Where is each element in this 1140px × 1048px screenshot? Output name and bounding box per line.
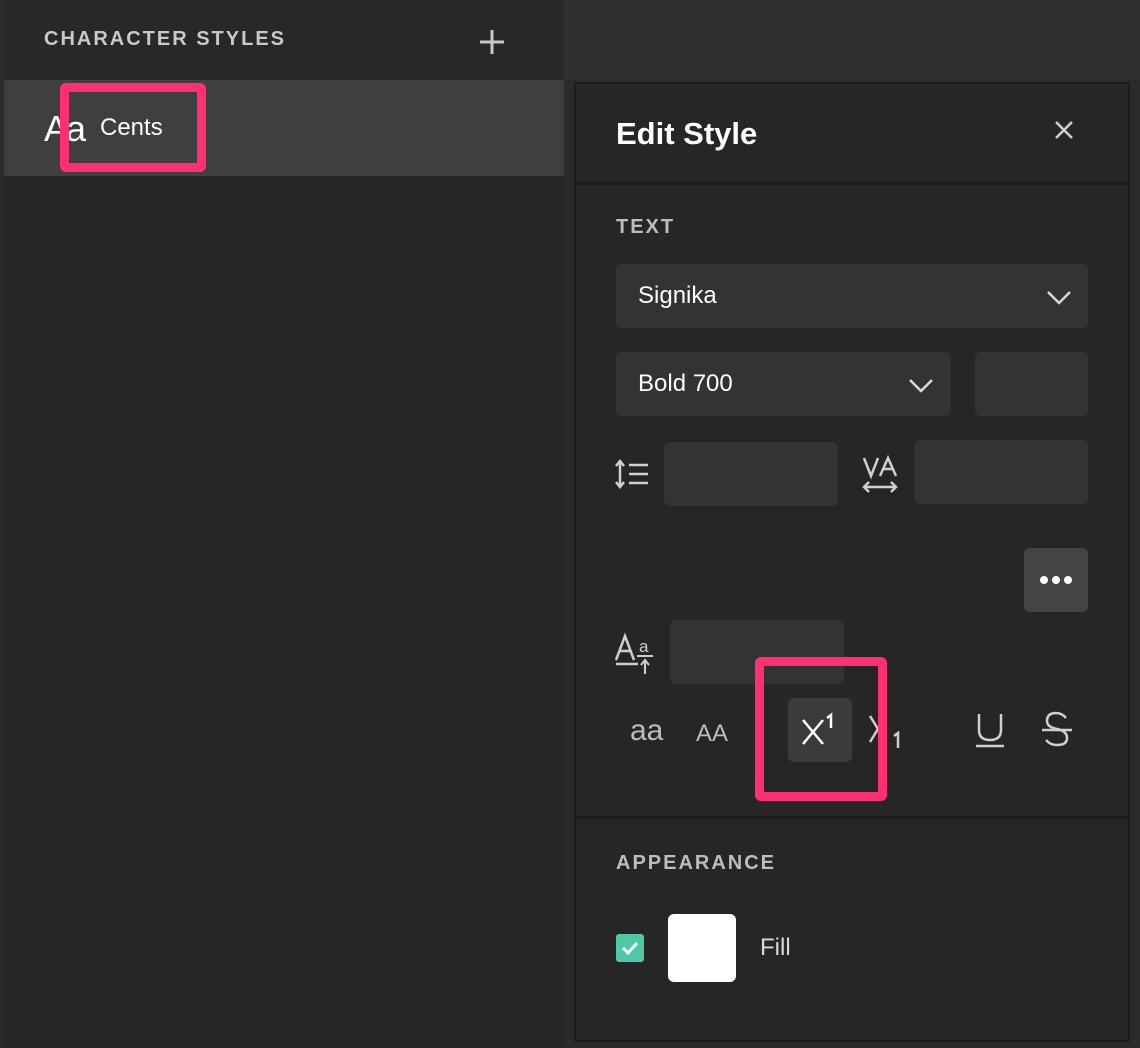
edit-style-title: Edit Style — [616, 116, 758, 151]
subscript-icon — [868, 715, 900, 748]
fill-color-swatch[interactable] — [668, 914, 736, 982]
panel-header: CHARACTER STYLES — [4, 0, 564, 80]
panel-title: CHARACTER STYLES — [44, 28, 287, 50]
line-height-field[interactable] — [664, 442, 838, 506]
edit-style-panel: Edit Style TEXT Signika Bold 700 a aa AA… — [574, 82, 1130, 1042]
strikethrough-icon — [1042, 711, 1072, 747]
font-family-select[interactable]: Signika — [616, 264, 1088, 328]
style-item-label: Cents — [100, 114, 163, 141]
plus-icon — [480, 30, 504, 54]
toolbar-area — [564, 0, 1140, 80]
fill-checkbox[interactable] — [616, 934, 644, 962]
character-styles-panel: CHARACTER STYLES Aa Cents — [4, 0, 564, 1048]
check-icon — [621, 941, 639, 956]
underline-button[interactable] — [974, 710, 1006, 750]
superscript-icon — [802, 712, 833, 745]
close-icon — [1055, 121, 1073, 139]
fill-label: Fill — [760, 934, 791, 961]
letter-spacing-icon — [860, 454, 900, 496]
font-size-field[interactable] — [975, 352, 1088, 416]
chevron-down-icon — [909, 379, 933, 393]
font-weight-value: Bold 700 — [638, 370, 733, 397]
baseline-shift-field[interactable] — [670, 620, 844, 684]
line-height-icon — [614, 456, 650, 492]
uppercase-button[interactable]: AA — [696, 720, 728, 748]
svg-text:a: a — [639, 637, 649, 656]
more-horizontal-icon — [1040, 576, 1072, 584]
font-family-value: Signika — [638, 282, 717, 309]
font-weight-select[interactable]: Bold 700 — [616, 352, 951, 416]
superscript-button[interactable] — [788, 698, 852, 762]
letter-spacing-field[interactable] — [914, 440, 1088, 504]
close-button[interactable] — [1048, 114, 1080, 146]
baseline-shift-icon: a — [614, 632, 658, 676]
more-options-button[interactable] — [1024, 548, 1088, 612]
lowercase-button[interactable]: aa — [630, 714, 663, 748]
style-item-cents[interactable]: Aa Cents — [4, 80, 564, 176]
text-section-label: TEXT — [616, 216, 676, 238]
chevron-down-icon — [1047, 291, 1071, 305]
style-preview-icon: Aa — [44, 108, 86, 149]
underline-icon — [976, 714, 1004, 748]
subscript-button[interactable] — [866, 712, 910, 752]
appearance-section-label: APPEARANCE — [616, 852, 777, 874]
section-divider — [576, 816, 1128, 819]
strikethrough-button[interactable] — [1040, 710, 1074, 750]
edit-style-header: Edit Style — [576, 84, 1128, 185]
add-style-button[interactable] — [474, 24, 510, 60]
